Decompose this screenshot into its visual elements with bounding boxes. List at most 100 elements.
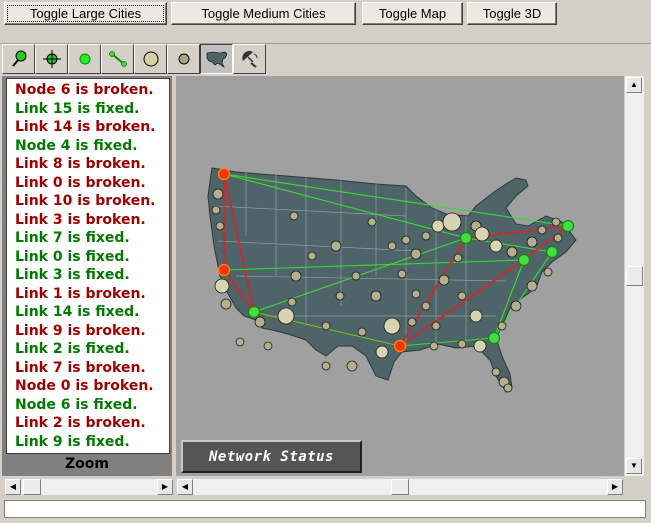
city-marker[interactable] [346,360,358,372]
network-node[interactable] [393,339,407,353]
city-marker[interactable] [407,317,417,327]
city-marker[interactable] [215,221,225,231]
city-marker[interactable] [411,289,421,299]
medium-city-tool-button[interactable] [167,44,200,74]
map-horizontal-scroll-thumb[interactable] [391,479,409,495]
log-scroll-right-arrow-icon[interactable]: ▶ [157,479,173,495]
toolbar-separator [0,30,651,44]
log-entry: Link 10 is broken. [15,193,156,209]
city-marker[interactable] [287,297,297,307]
city-marker[interactable] [370,290,382,302]
network-node[interactable] [247,305,261,319]
crosshair-tool-button[interactable] [35,44,68,74]
city-marker[interactable] [330,240,342,252]
log-entry: Link 9 is broken. [15,322,146,339]
network-status-button[interactable]: Network Status [181,440,362,473]
toggle-map-button[interactable]: Toggle Map [362,2,463,25]
log-horizontal-scrollbar[interactable]: ◀ ▶ [4,478,174,496]
city-marker[interactable] [497,321,507,331]
log-entry: Link 3 is broken. [15,211,146,228]
city-marker[interactable] [457,291,467,301]
city-marker[interactable] [375,345,389,359]
network-node[interactable] [217,263,231,277]
city-marker[interactable] [254,316,266,328]
city-marker[interactable] [431,219,445,233]
pin-tool-button[interactable] [2,44,35,74]
city-marker[interactable] [307,251,317,261]
city-marker[interactable] [277,307,295,325]
vertical-scroll-thumb[interactable] [626,266,643,286]
large-city-tool-button[interactable] [134,44,167,74]
event-log-list[interactable]: Node 6 is broken. Link 15 is fixed. Link 1… [6,78,170,454]
link-tool-button[interactable] [101,44,134,74]
city-marker[interactable] [397,269,407,279]
city-marker[interactable] [551,217,561,227]
log-scroll-left-arrow-icon[interactable]: ◀ [5,479,21,495]
city-marker[interactable] [526,280,538,292]
city-marker[interactable] [263,341,273,351]
city-marker[interactable] [351,271,361,281]
map-horizontal-scrollbar[interactable]: ◀ ▶ [176,478,624,496]
city-marker[interactable] [429,341,439,351]
city-marker[interactable] [553,233,563,243]
map-vertical-scrollbar[interactable]: ▲ ▼ [624,76,644,476]
city-marker[interactable] [290,270,302,282]
city-marker[interactable] [438,274,450,286]
city-marker[interactable] [453,253,463,263]
city-marker[interactable] [474,226,490,242]
city-marker[interactable] [421,231,431,241]
log-horizontal-scroll-thumb[interactable] [23,479,41,495]
city-marker[interactable] [489,239,503,253]
network-node[interactable] [487,331,501,345]
city-marker[interactable] [289,211,299,221]
log-entry: Link 2 is fixed. [15,341,130,357]
toggle-medium-cities-button[interactable]: Toggle Medium Cities [171,2,356,25]
city-marker[interactable] [321,361,331,371]
city-marker[interactable] [410,248,422,260]
network-node[interactable] [561,219,575,233]
city-marker[interactable] [431,321,441,331]
city-marker[interactable] [220,298,232,310]
city-marker[interactable] [321,321,331,331]
log-entry: Link 14 is fixed. [15,304,140,320]
city-marker[interactable] [473,339,487,353]
city-marker[interactable] [537,225,547,235]
city-marker[interactable] [214,278,230,294]
city-marker[interactable] [526,236,538,248]
log-entry: Link 1 is broken. [15,285,146,302]
radar-tool-button[interactable] [233,44,266,74]
network-node[interactable] [217,167,231,181]
city-marker[interactable] [469,309,483,323]
city-marker[interactable] [457,339,467,349]
network-node[interactable] [517,253,531,267]
map-scroll-left-arrow-icon[interactable]: ◀ [177,479,193,495]
toggle-3d-button[interactable]: Toggle 3D [467,2,557,25]
scroll-down-arrow-icon[interactable]: ▼ [626,458,642,474]
toggle-large-cities-button[interactable]: Toggle Large Cities [4,2,167,25]
city-marker[interactable] [211,205,221,215]
city-marker[interactable] [212,188,224,200]
scroll-up-arrow-icon[interactable]: ▲ [626,77,642,93]
city-marker[interactable] [383,317,401,335]
map-canvas[interactable] [176,76,624,476]
city-marker[interactable] [506,246,518,258]
network-node[interactable] [459,231,473,245]
map-scroll-right-arrow-icon[interactable]: ▶ [607,479,623,495]
city-marker[interactable] [387,241,397,251]
city-marker[interactable] [503,383,513,393]
pin-icon [11,50,26,67]
city-marker[interactable] [491,367,501,377]
network-node[interactable] [545,245,559,259]
city-marker[interactable] [367,217,377,227]
city-marker[interactable] [543,267,553,277]
city-marker[interactable] [401,235,411,245]
city-marker[interactable] [510,300,522,312]
map-tool-button[interactable] [200,44,233,74]
city-marker[interactable] [235,337,245,347]
city-marker[interactable] [335,291,345,301]
node-tool-button[interactable] [68,44,101,74]
network-map[interactable]: Network Status [176,76,624,476]
city-marker[interactable] [442,212,462,232]
city-marker[interactable] [421,301,431,311]
city-marker[interactable] [357,327,367,337]
